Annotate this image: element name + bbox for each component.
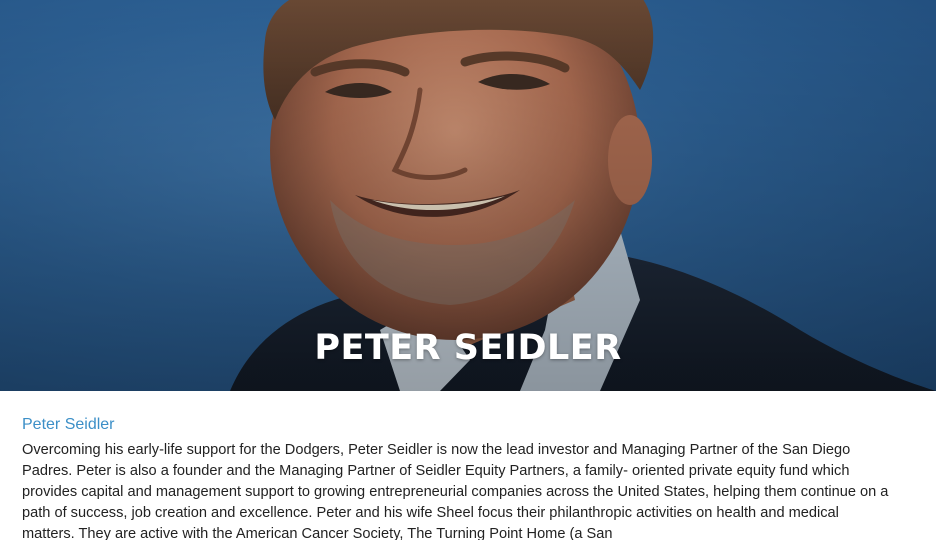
page: PETER SEIDLER Peter Seidler Overcoming h…: [0, 0, 936, 540]
bio-section: Peter Seidler Overcoming his early-life …: [22, 413, 892, 540]
hero-title: PETER SEIDLER: [314, 328, 622, 368]
bio-heading: Peter Seidler: [22, 416, 115, 433]
hero-banner: PETER SEIDLER: [0, 0, 936, 391]
bio-paragraph: Overcoming his early-life support for th…: [22, 442, 889, 540]
